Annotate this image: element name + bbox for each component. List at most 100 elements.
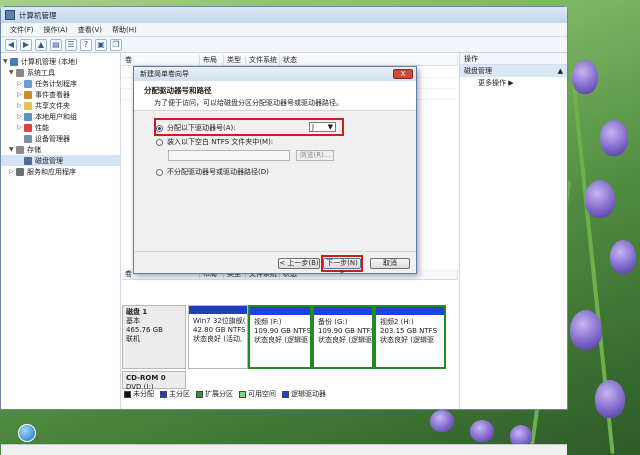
option-assign-drive-letter[interactable]: 分配以下驱动器号(A): xyxy=(156,123,236,133)
expand-arrow-icon[interactable]: ▷ xyxy=(9,168,16,175)
list-view-icon[interactable]: ☰ xyxy=(65,39,77,51)
browse-button[interactable]: 浏览(R)... xyxy=(296,150,334,161)
bluebell-flower xyxy=(595,380,625,418)
console-tree-icon[interactable]: ▤ xyxy=(50,39,62,51)
tree-item-disk-management[interactable]: 磁盘管理 xyxy=(1,155,120,166)
tree-item-device-manager[interactable]: 设备管理器 xyxy=(1,133,120,144)
tree-item-label: 事件查看器 xyxy=(35,90,70,100)
tree-item-label: 磁盘管理 xyxy=(35,156,63,166)
tree-item-shared-folders[interactable]: ▷ 共享文件夹 xyxy=(1,100,120,111)
legend-label: 主分区 xyxy=(169,389,190,399)
users-icon xyxy=(24,113,32,121)
computer-management-icon xyxy=(5,10,15,20)
partition-status: 状态良好 (逻辑驱 xyxy=(318,336,368,345)
cdrom-name: CD-ROM 0 xyxy=(126,374,182,383)
legend-swatch xyxy=(160,391,167,398)
option-no-drive-letter[interactable]: 不分配驱动器号或驱动器路径(D) xyxy=(156,167,269,177)
tree-item-storage[interactable]: ▼ 存储 xyxy=(1,144,120,155)
tree-item-performance[interactable]: ▷ 性能 xyxy=(1,122,120,133)
bluebell-flower xyxy=(610,240,636,274)
up-folder-icon[interactable]: ▲ xyxy=(35,39,47,51)
properties-icon[interactable]: ▣ xyxy=(95,39,107,51)
expand-arrow-icon[interactable]: ▼ xyxy=(9,146,16,153)
drive-letter-select[interactable]: J ▼ xyxy=(309,122,336,132)
new-simple-volume-wizard: 新建简单卷向导 X 分配驱动器号和路径 为了便于访问，可以给磁盘分区分配驱动器号… xyxy=(133,66,417,274)
wizard-title-bar[interactable]: 新建简单卷向导 X xyxy=(134,67,416,81)
expand-arrow-icon[interactable]: ▷ xyxy=(17,102,24,109)
menu-file[interactable]: 文件(F) xyxy=(5,25,39,35)
partition-color-bar xyxy=(376,307,444,315)
partition-name: 备份 (G:) xyxy=(318,318,368,327)
title-bar[interactable]: 计算机管理 xyxy=(1,7,567,23)
next-button[interactable]: 下一步(N) > xyxy=(323,258,361,269)
cancel-button[interactable]: 取消 xyxy=(370,258,410,269)
tree-item-computer-management[interactable]: ▼ 计算机管理 (本地) xyxy=(1,56,120,67)
wizard-heading: 分配驱动器号和路径 xyxy=(144,85,406,96)
disk-1-label[interactable]: 磁盘 1 基本 465.76 GB 联机 xyxy=(122,305,186,369)
bluebell-flower xyxy=(570,310,602,350)
column-header-filesystem[interactable]: 文件系统 xyxy=(246,55,280,65)
back-arrow-icon[interactable]: ◀ xyxy=(5,39,17,51)
column-header-type[interactable]: 类型 xyxy=(224,55,246,65)
forward-arrow-icon[interactable]: ▶ xyxy=(20,39,32,51)
expand-arrow-icon[interactable]: ▼ xyxy=(9,69,16,76)
action-label: 更多操作 xyxy=(478,79,506,87)
partition-color-bar xyxy=(314,307,372,315)
folder-path-input[interactable] xyxy=(168,150,290,161)
tree-item-local-users[interactable]: ▷ 本地用户和组 xyxy=(1,111,120,122)
legend-label: 未分配 xyxy=(133,389,154,399)
wizard-footer: < 上一步(B) 下一步(N) > 取消 xyxy=(134,251,416,273)
shared-folder-icon xyxy=(24,102,32,110)
actions-section-disk-management[interactable]: 磁盘管理 ▲ xyxy=(460,65,567,77)
tree-item-services-apps[interactable]: ▷ 服务和应用程序 xyxy=(1,166,120,177)
menu-view[interactable]: 查看(V) xyxy=(73,25,107,35)
tree-item-system-tools[interactable]: ▼ 系统工具 xyxy=(1,67,120,78)
computer-icon xyxy=(10,58,18,66)
action-more-actions[interactable]: 更多操作 ▶ xyxy=(460,77,567,89)
legend-label: 扩展分区 xyxy=(205,389,233,399)
option-mount-folder[interactable]: 装入以下空白 NTFS 文件夹中(M): xyxy=(156,137,273,147)
cdrom-label[interactable]: CD-ROM 0 DVD (I:) xyxy=(122,371,186,389)
bluebell-flower xyxy=(572,60,598,94)
tree-item-label: 本地用户和组 xyxy=(35,112,77,122)
back-button[interactable]: < 上一步(B) xyxy=(278,258,320,269)
new-window-icon[interactable]: ❐ xyxy=(110,39,122,51)
radio-icon[interactable] xyxy=(156,169,163,176)
help-icon[interactable]: ? xyxy=(80,39,92,51)
tree-item-label: 共享文件夹 xyxy=(35,101,70,111)
tree-item-task-scheduler[interactable]: ▷ 任务计划程序 xyxy=(1,78,120,89)
option-label: 分配以下驱动器号(A): xyxy=(167,123,236,133)
partition-video-f[interactable]: 视频 (F:) 109.90 GB NTFS 状态良好 (逻辑驱 xyxy=(248,305,312,369)
partition-win7[interactable]: Win7 32位旗舰( 42.80 GB NTFS 状态良好 (活动, xyxy=(188,305,248,369)
radio-icon[interactable] xyxy=(156,139,163,146)
partition-color-bar xyxy=(189,306,247,314)
menu-action[interactable]: 操作(A) xyxy=(39,25,73,35)
volume-table-header: 卷 布局 类型 文件系统 状态 xyxy=(122,55,458,66)
menu-help[interactable]: 帮助(H) xyxy=(107,25,142,35)
legend-label: 可用空间 xyxy=(248,389,276,399)
console-tree: ▼ 计算机管理 (本地) ▼ 系统工具 ▷ 任务计划程序 ▷ 事件查看器 ▷ xyxy=(1,53,121,409)
expand-arrow-icon[interactable]: ▷ xyxy=(17,113,24,120)
googleearth-icon xyxy=(18,424,36,442)
legend-swatch xyxy=(124,391,131,398)
disk-size: 465.76 GB xyxy=(126,326,182,335)
close-icon[interactable]: X xyxy=(393,69,413,79)
radio-selected-icon[interactable] xyxy=(156,125,163,132)
actions-header: 操作 xyxy=(460,53,567,65)
performance-icon xyxy=(24,124,32,132)
collapse-arrow-icon[interactable]: ▲ xyxy=(558,65,563,77)
expand-arrow-icon[interactable]: ▷ xyxy=(17,124,24,131)
expand-arrow-icon[interactable]: ▼ xyxy=(3,58,10,65)
tree-item-event-viewer[interactable]: ▷ 事件查看器 xyxy=(1,89,120,100)
partition-status: 状态良好 (逻辑驱 xyxy=(380,336,440,345)
column-header-layout[interactable]: 布局 xyxy=(200,55,224,65)
expand-arrow-icon[interactable]: ▷ xyxy=(17,91,24,98)
partition-video2-h[interactable]: 视频2 (H:) 203.15 GB NTFS 状态良好 (逻辑驱 xyxy=(374,305,446,369)
column-header-status[interactable]: 状态 xyxy=(280,55,458,65)
option-label: 装入以下空白 NTFS 文件夹中(M): xyxy=(167,137,273,147)
column-header-volume[interactable]: 卷 xyxy=(122,55,200,65)
expand-arrow-icon[interactable]: ▷ xyxy=(17,80,24,87)
toolbar: ◀ ▶ ▲ ▤ ☰ ? ▣ ❐ xyxy=(1,37,567,53)
status-bar xyxy=(1,444,567,455)
partition-backup-g[interactable]: 备份 (G:) 109.90 GB NTFS 状态良好 (逻辑驱 xyxy=(312,305,374,369)
